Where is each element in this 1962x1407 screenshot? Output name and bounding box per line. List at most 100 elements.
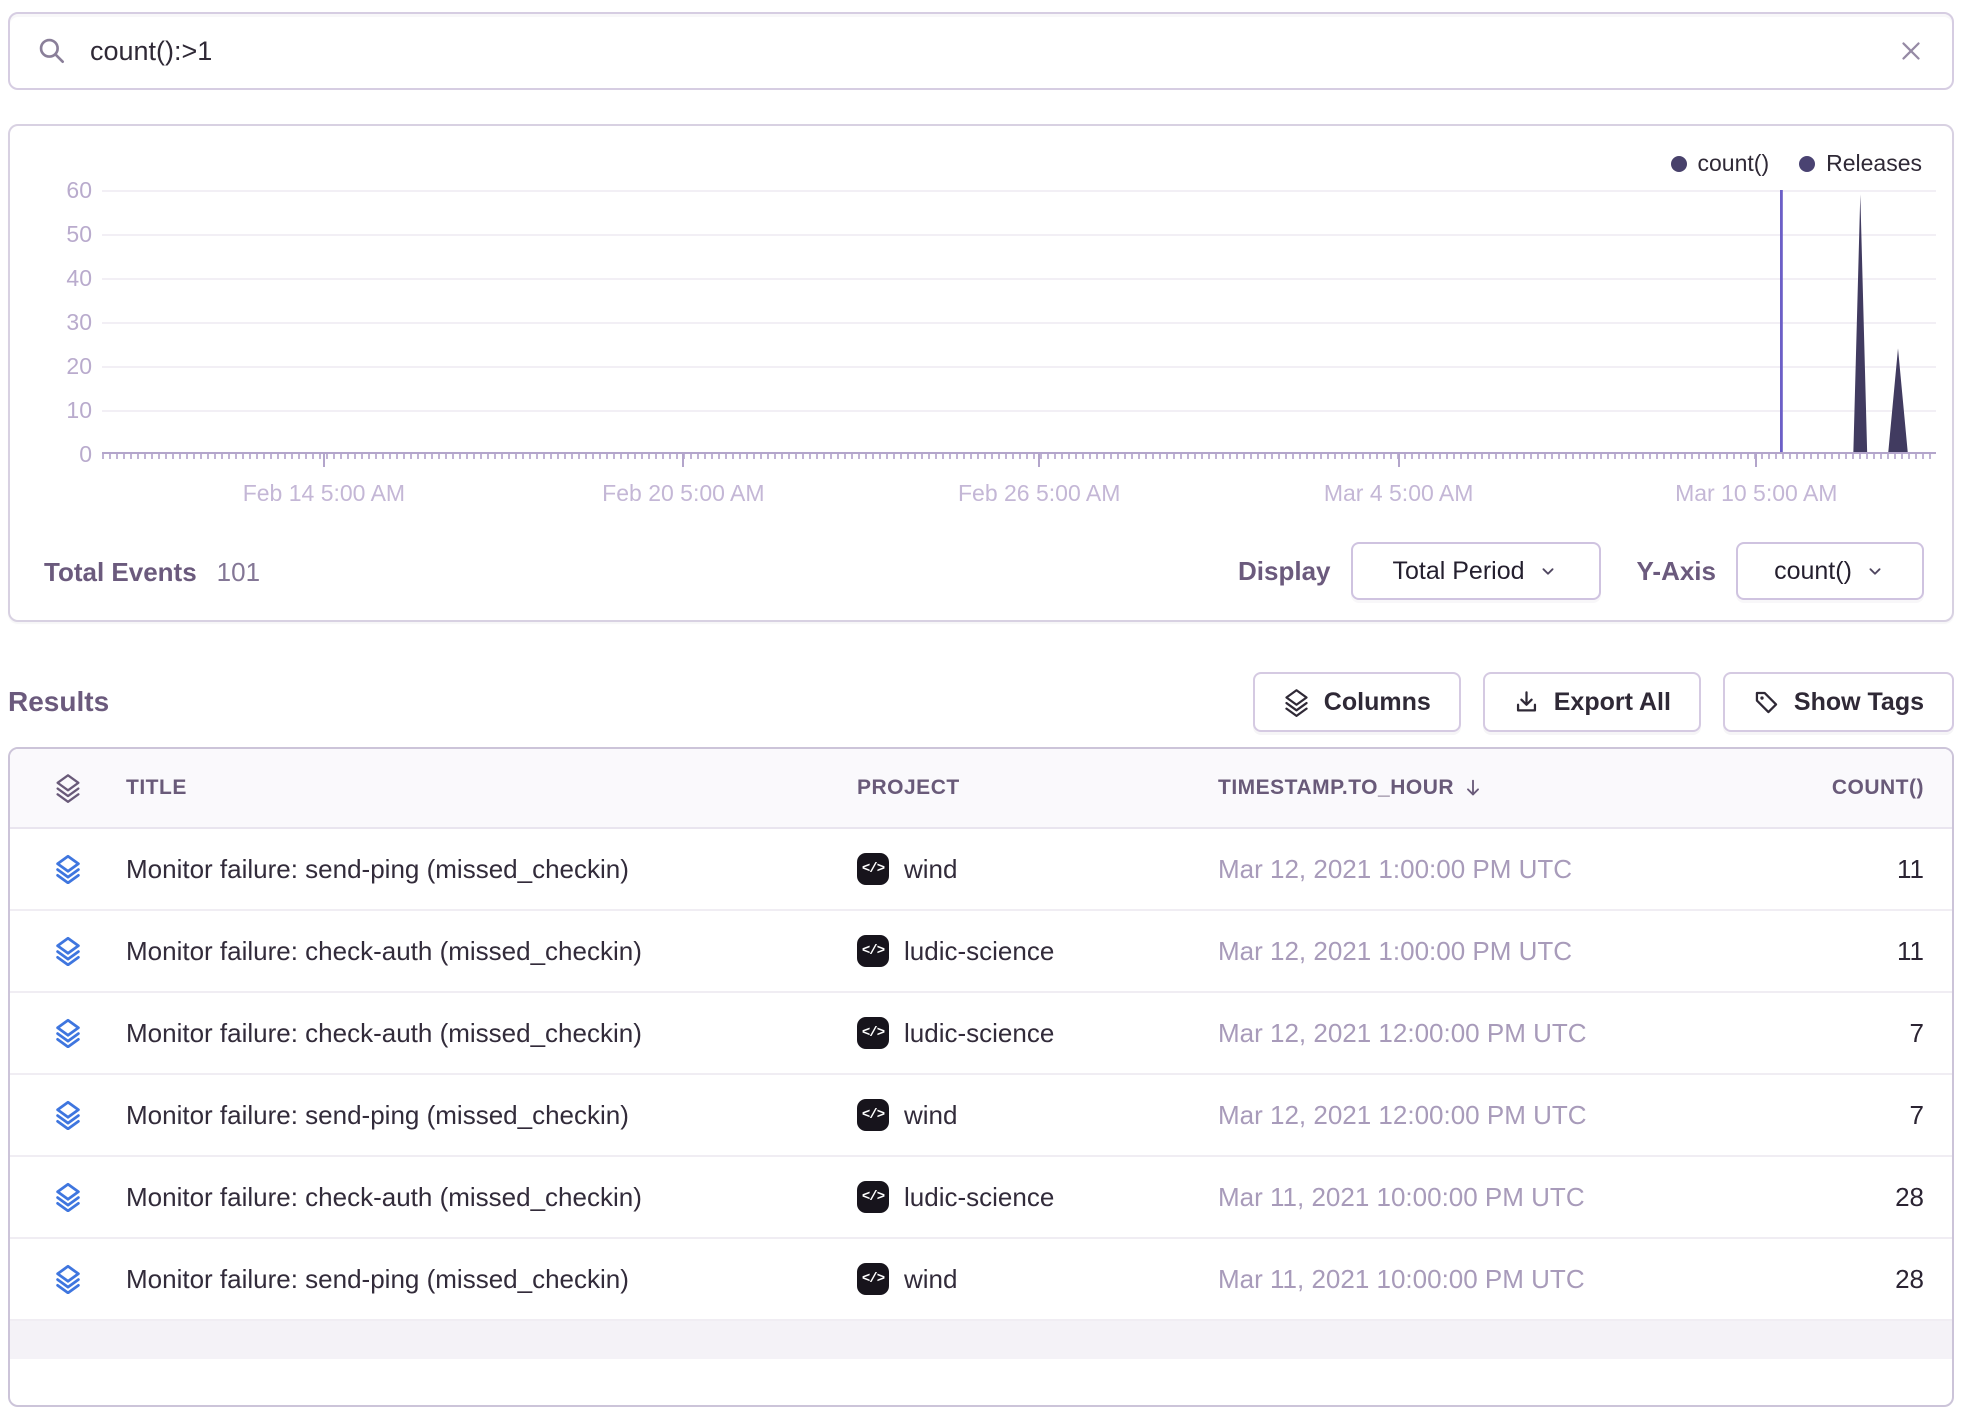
y-tick-label: 10 [22,397,92,424]
results-heading: Results [8,686,109,718]
legend-label: count() [1698,150,1770,177]
columns-button[interactable]: Columns [1253,672,1461,732]
show-tags-button[interactable]: Show Tags [1723,672,1954,732]
row-count: 11 [1792,854,1952,885]
row-title[interactable]: Monitor failure: send-ping (missed_check… [126,854,857,885]
stack-icon [54,854,82,884]
x-major-tick [1755,454,1757,467]
display-dropdown-value: Total Period [1392,557,1524,586]
show-tags-button-label: Show Tags [1794,688,1924,717]
y-axis-dropdown[interactable]: count() [1736,542,1924,600]
column-header-timestamp[interactable]: TIMESTAMP.TO_HOUR [1218,776,1792,800]
tag-icon [1753,689,1780,716]
stack-icon [54,936,82,966]
project-cell: </> ludic-science [857,1017,1218,1049]
y-tick-label: 40 [22,265,92,292]
x-tick-label: Feb 20 5:00 AM [602,480,764,507]
legend-item[interactable]: Releases [1799,150,1922,177]
chevron-down-icon [1537,560,1559,582]
stack-icon [54,1100,82,1130]
column-header-project[interactable]: PROJECT [857,776,1218,800]
row-count: 7 [1792,1018,1952,1049]
project-cell: </> ludic-science [857,1181,1218,1213]
platform-code-icon: </> [857,1181,889,1213]
display-dropdown[interactable]: Total Period [1351,542,1601,600]
table-row[interactable]: Monitor failure: send-ping (missed_check… [10,1239,1952,1321]
clear-search-icon[interactable] [1896,36,1926,66]
platform-code-icon: </> [857,1099,889,1131]
platform-code-icon: </> [857,935,889,967]
row-timestamp: Mar 12, 2021 1:00:00 PM UTC [1218,936,1792,967]
legend-dot-icon [1799,156,1815,172]
x-major-tick [323,454,325,467]
project-cell: </> ludic-science [857,935,1218,967]
chart-panel: count()Releases 0102030405060 Feb 14 5:0… [8,124,1954,622]
results-table: TITLE PROJECT TIMESTAMP.TO_HOUR COUNT() … [8,747,1954,1407]
y-axis-dropdown-value: count() [1774,557,1852,586]
stack-icon [54,773,82,803]
project-cell: </> wind [857,853,1218,885]
table-body: Monitor failure: send-ping (missed_check… [10,829,1952,1321]
download-icon [1513,689,1540,716]
y-tick-label: 20 [22,353,92,380]
project-name: wind [904,1264,957,1295]
row-count: 11 [1792,936,1952,967]
y-tick-label: 0 [22,441,92,468]
stack-icon [54,1264,82,1294]
project-name: ludic-science [904,936,1054,967]
y-axis-labels: 0102030405060 [22,126,92,620]
results-header-row: Results Columns Export All Show Tags [8,672,1954,732]
x-major-tick [1038,454,1040,467]
project-name: ludic-science [904,1018,1054,1049]
row-count: 7 [1792,1100,1952,1131]
project-name: ludic-science [904,1182,1054,1213]
sort-desc-arrow-icon [1462,777,1484,799]
table-header: TITLE PROJECT TIMESTAMP.TO_HOUR COUNT() [10,749,1952,829]
row-count: 28 [1792,1182,1952,1213]
export-all-button[interactable]: Export All [1483,672,1701,732]
chart-series-svg [102,190,1936,454]
x-tick-label: Feb 14 5:00 AM [243,480,405,507]
search-icon [36,35,68,67]
legend-dot-icon [1671,156,1687,172]
row-timestamp: Mar 12, 2021 12:00:00 PM UTC [1218,1100,1792,1131]
row-timestamp: Mar 11, 2021 10:00:00 PM UTC [1218,1264,1792,1295]
column-header-title[interactable]: TITLE [126,776,857,800]
row-title[interactable]: Monitor failure: send-ping (missed_check… [126,1100,857,1131]
row-title[interactable]: Monitor failure: check-auth (missed_chec… [126,936,857,967]
row-title[interactable]: Monitor failure: check-auth (missed_chec… [126,1182,857,1213]
y-axis-label: Y-Axis [1637,556,1717,587]
project-cell: </> wind [857,1263,1218,1295]
chart-controls: Display Total Period Y-Axis count() [1238,542,1924,600]
total-events: Total Events 101 [44,557,260,588]
stack-icon [54,1018,82,1048]
row-timestamp: Mar 12, 2021 12:00:00 PM UTC [1218,1018,1792,1049]
project-cell: </> wind [857,1099,1218,1131]
release-marker-line [1780,190,1783,454]
legend-label: Releases [1826,150,1922,177]
platform-code-icon: </> [857,853,889,885]
columns-button-label: Columns [1324,688,1431,717]
y-tick-label: 30 [22,309,92,336]
total-events-value: 101 [217,557,260,588]
column-header-count[interactable]: COUNT() [1792,776,1952,800]
table-row[interactable]: Monitor failure: send-ping (missed_check… [10,829,1952,911]
row-title[interactable]: Monitor failure: check-auth (missed_chec… [126,1018,857,1049]
x-tick-label: Mar 4 5:00 AM [1324,480,1474,507]
project-name: wind [904,1100,957,1131]
table-row[interactable]: Monitor failure: send-ping (missed_check… [10,1075,1952,1157]
table-row[interactable]: Monitor failure: check-auth (missed_chec… [10,911,1952,993]
x-axis-minor-ticks [102,454,1936,459]
row-title[interactable]: Monitor failure: send-ping (missed_check… [126,1264,857,1295]
export-all-button-label: Export All [1554,688,1671,717]
row-count: 28 [1792,1264,1952,1295]
table-row[interactable]: Monitor failure: check-auth (missed_chec… [10,1157,1952,1239]
legend-item[interactable]: count() [1671,150,1770,177]
table-row[interactable]: Monitor failure: check-auth (missed_chec… [10,993,1952,1075]
y-tick-label: 50 [22,221,92,248]
search-input[interactable] [90,36,1896,67]
plot-area: Feb 14 5:00 AMFeb 20 5:00 AMFeb 26 5:00 … [102,190,1936,454]
total-events-label: Total Events [44,557,197,588]
row-timestamp: Mar 11, 2021 10:00:00 PM UTC [1218,1182,1792,1213]
stack-icon [54,1182,82,1212]
